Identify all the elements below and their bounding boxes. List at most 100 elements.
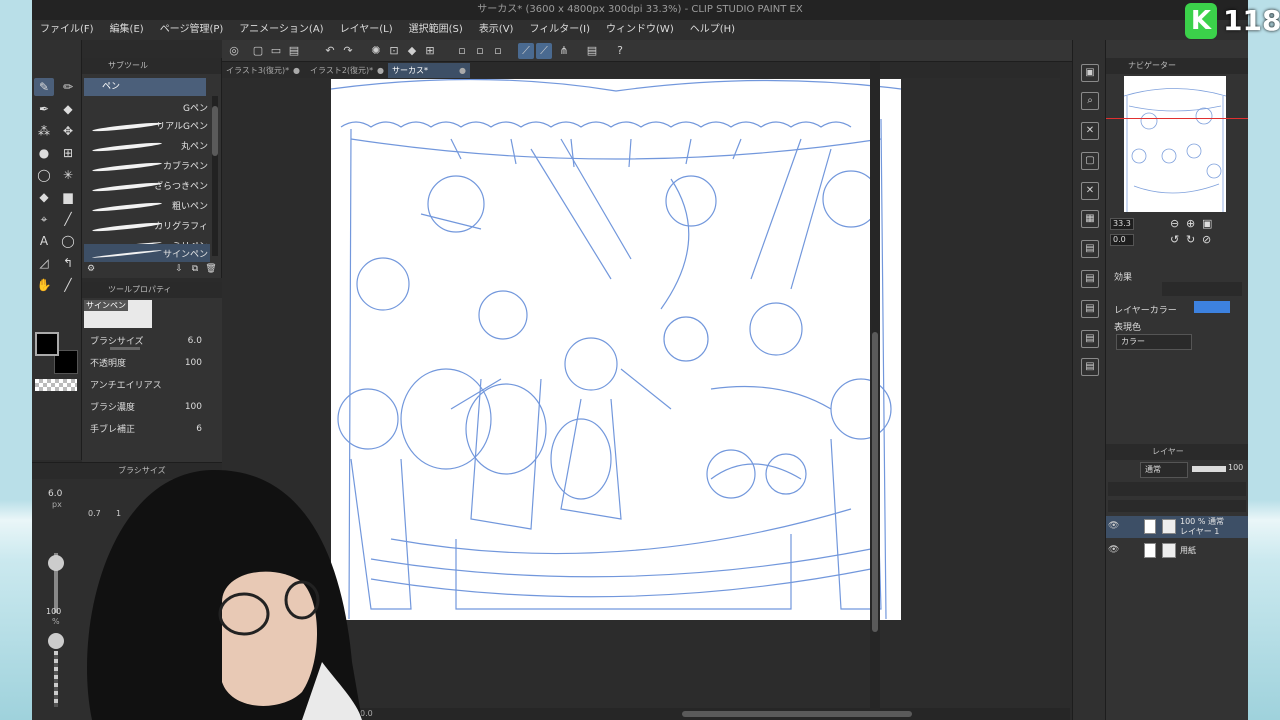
blend-tool-icon[interactable]: ● [34,144,54,162]
prop-slider[interactable] [110,347,140,350]
help-icon[interactable]: ? [612,43,628,59]
rotate-right-icon[interactable]: ↻ [1186,233,1195,246]
material-panel-icon[interactable]: ▣ [1081,64,1099,82]
canvas-vscroll-thumb[interactable] [872,332,878,632]
navigator-zoom-field[interactable]: 33.3 [1110,218,1134,230]
layer-row-paper[interactable]: 👁 用紙 [1106,540,1248,562]
close-icon[interactable]: ● [293,63,300,78]
deco-tool-icon[interactable]: ⁂ [34,122,54,140]
tab-circus[interactable]: サーカス* ● [388,63,470,78]
subtool-download-icon[interactable]: ⇩ [172,262,186,276]
fit-icon[interactable]: ▣ [1202,217,1212,230]
line-tool-icon[interactable]: ╱ [58,210,78,228]
lasso-tool-icon[interactable]: ◯ [34,166,54,184]
subtool-settings-icon[interactable]: ⚙ [84,262,98,276]
pencil-tool-icon[interactable]: ✏ [58,78,78,96]
prop-opacity[interactable]: 不透明度 100 [90,356,218,374]
pen-tool-icon[interactable]: ✎ [34,78,54,96]
layer-toolbar[interactable] [1108,482,1246,496]
brush-calligraphy[interactable]: カリグラフィ [84,216,210,236]
prop-value[interactable]: 6.0 [188,336,202,346]
canvas-hscroll-thumb[interactable] [682,711,912,717]
brush-kabura-pen[interactable]: カブラペン [84,156,210,176]
close-icon[interactable]: ● [377,63,384,78]
navigator-preview[interactable] [1124,76,1226,212]
prop-antialias[interactable]: アンチエイリアス [90,378,218,396]
invert-selection-icon[interactable]: ▫ [472,43,488,59]
close-icon[interactable]: ● [459,63,466,78]
eyedropper-tool-icon[interactable]: ╱ [58,276,78,294]
subtool-scroll-thumb[interactable] [212,106,218,156]
subtool-duplicate-icon[interactable]: ⧉ [188,262,202,276]
display-color-select[interactable]: カラー [1116,334,1192,350]
magic-wand-tool-icon[interactable]: ✳ [58,166,78,184]
layer-opacity-slider[interactable] [1192,466,1226,472]
balloon-tool-icon[interactable]: ◯ [58,232,78,250]
redo-icon[interactable]: ↷ [340,43,356,59]
effect-buttons[interactable] [1162,282,1242,296]
grid-tool-icon[interactable]: ⊞ [58,144,78,162]
layer-property-icon[interactable]: ▢ [1081,152,1099,170]
history-panel-icon[interactable]: ▤ [1081,240,1099,258]
menu-edit[interactable]: 編集(E) [102,20,152,40]
main-color-swatch[interactable] [35,332,59,356]
drawing-canvas[interactable] [331,79,901,620]
navigator-rotation-field[interactable]: 0.0 [1110,234,1134,246]
zoom-out-icon[interactable]: ⊖ [1170,217,1179,230]
auto-action-icon[interactable]: ▤ [1081,358,1099,376]
snap-ruler-icon[interactable]: ⟋ [518,43,534,59]
layer-color-swatch[interactable] [1194,301,1230,313]
brush-coarse-pen[interactable]: 粗いペン [84,196,210,216]
clip-studio-icon[interactable]: ◎ [226,43,242,59]
sub-view-icon[interactable]: ✕ [1081,122,1099,140]
reset-rotation-icon[interactable]: ⊘ [1202,233,1211,246]
fill-tool-icon[interactable]: ◆ [34,188,54,206]
transparent-color-swatch[interactable] [35,379,77,391]
brush-g-pen[interactable]: Gペン [84,98,210,118]
brush-tool-icon[interactable]: ✒ [34,100,54,118]
search-panel-icon[interactable]: ⌕ [1081,92,1099,110]
tab-illust3[interactable]: イラスト3(復元)* ● [222,63,304,78]
transform-icon[interactable]: ⊞ [422,43,438,59]
quick-access-icon[interactable]: ▤ [1081,330,1099,348]
menu-help[interactable]: ヘルプ(H) [682,20,743,40]
save-icon[interactable]: ▤ [286,43,302,59]
frame-tool-icon[interactable]: ◿ [34,254,54,272]
brush-sign-pen[interactable]: サインペン [84,244,210,262]
prop-value[interactable]: 100 [185,358,202,368]
fill-icon[interactable]: ◆ [404,43,420,59]
eraser-tool-icon[interactable]: ◆ [58,100,78,118]
menu-animation[interactable]: アニメーション(A) [231,20,331,40]
menu-view[interactable]: 表示(V) [471,20,522,40]
opacity-slider-thumb[interactable] [48,633,64,649]
document-icon[interactable]: ▤ [584,43,600,59]
gradient-tool-icon[interactable]: ▆ [58,188,78,206]
deselect-icon[interactable]: ▫ [454,43,470,59]
prop-value[interactable]: 6 [196,424,202,434]
text-tool-icon[interactable]: A [34,232,54,250]
subtool-group-pen[interactable]: ペン [84,78,206,96]
opacity-slider-track[interactable] [54,651,58,707]
rotate-left-icon[interactable]: ↺ [1170,233,1179,246]
zoom-in-icon[interactable]: ⊕ [1186,217,1195,230]
timeline-panel-icon[interactable]: ▤ [1081,300,1099,318]
close-panel-icon[interactable]: ✕ [1081,182,1099,200]
undo-icon[interactable]: ↶ [322,43,338,59]
canvas-vertical-scrollbar[interactable] [870,62,880,708]
menu-layer[interactable]: レイヤー(L) [332,20,401,40]
menu-file[interactable]: ファイル(F) [32,20,102,40]
prop-stabilization[interactable]: 手ブレ補正 6 [90,422,218,440]
snap-grid-icon[interactable]: ⋔ [556,43,572,59]
menu-filter[interactable]: フィルター(I) [521,20,598,40]
move-tool-icon[interactable]: ✥ [58,122,78,140]
menu-selection[interactable]: 選択範囲(S) [401,20,471,40]
brush-rough-pen[interactable]: ざらつきペン [84,176,210,196]
snap-special-ruler-icon[interactable]: ⟋ [536,43,552,59]
open-folder-icon[interactable]: ▭ [268,43,284,59]
pattern-panel-icon[interactable]: ▦ [1081,210,1099,228]
operation-tool-icon[interactable]: ⌖ [34,210,54,228]
subtool-scrollbar[interactable] [212,96,218,256]
animation-panel-icon[interactable]: ▤ [1081,270,1099,288]
brush-maru-pen[interactable]: 丸ペン [84,136,210,156]
subtool-delete-icon[interactable]: 🗑 [204,262,218,276]
